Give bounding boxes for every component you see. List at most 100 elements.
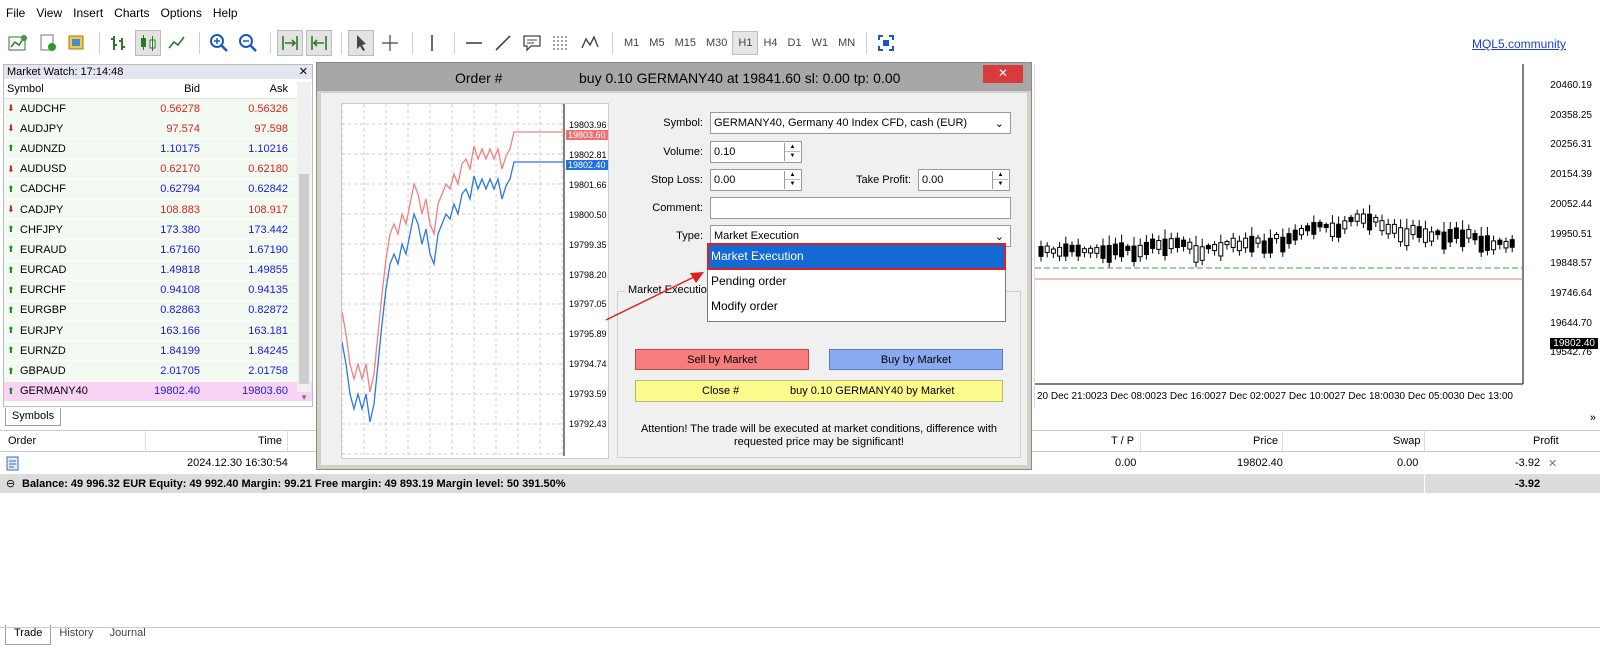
- timeframe-h1[interactable]: H1: [732, 31, 759, 55]
- list-item[interactable]: ⬆ EURCHF 0.94108 0.94135: [4, 280, 312, 301]
- volume-stepper[interactable]: 0.10 ▲ ▼: [710, 141, 802, 163]
- list-item[interactable]: ⬆ GBPAUD 2.01705 2.01758: [4, 361, 312, 382]
- symbol-select[interactable]: GERMANY40, Germany 40 Index CFD, cash (E…: [710, 112, 1011, 134]
- list-item[interactable]: ⬇ AUDJPY 97.574 97.598: [4, 119, 312, 140]
- zoom-in-icon[interactable]: [206, 30, 232, 56]
- symbol-name: CADJPY: [20, 203, 64, 216]
- trendline-icon[interactable]: [490, 30, 516, 56]
- volume-spin[interactable]: ▲ ▼: [784, 143, 800, 161]
- list-item[interactable]: ⬆ EURNZD 1.84199 1.84245: [4, 341, 312, 362]
- menu-view[interactable]: View: [36, 6, 62, 20]
- list-item[interactable]: ⬆ CADCHF 0.62794 0.62842: [4, 179, 312, 200]
- candle: [1150, 233, 1156, 254]
- candle: [1466, 224, 1472, 244]
- candle: [1100, 238, 1106, 264]
- fullscreen-icon[interactable]: [873, 30, 899, 56]
- cursor-icon[interactable]: [348, 30, 374, 56]
- list-item[interactable]: ⬆ EURJPY 163.166 163.181: [4, 321, 312, 342]
- timeframe-m15[interactable]: M15: [670, 31, 701, 55]
- list-item[interactable]: ⬆ EURGBP 0.82863 0.82872: [4, 300, 312, 322]
- list-item[interactable]: ⬇ AUDUSD 0.62170 0.62180: [4, 159, 312, 180]
- line-chart-icon[interactable]: [164, 30, 190, 56]
- tab-symbols[interactable]: Symbols: [5, 408, 61, 426]
- candlestick-icon[interactable]: [135, 30, 161, 56]
- fibonacci-icon[interactable]: [548, 30, 574, 56]
- timeframe-m30[interactable]: M30: [701, 31, 732, 55]
- take-profit-spin[interactable]: ▲ ▼: [992, 171, 1008, 189]
- close-order-text: buy 0.10 GERMANY40 by Market: [790, 385, 955, 397]
- candle: [1373, 214, 1379, 228]
- col-price[interactable]: Price: [1253, 435, 1278, 447]
- take-profit-stepper[interactable]: 0.00 ▲ ▼: [918, 169, 1010, 191]
- tick-price-label: 19800.50: [569, 209, 607, 220]
- option-pending-order[interactable]: Pending order: [708, 269, 1005, 294]
- zoom-out-icon[interactable]: [235, 30, 261, 56]
- timeframe-m1[interactable]: M1: [619, 31, 644, 55]
- menu-help[interactable]: Help: [213, 6, 238, 20]
- col-time[interactable]: Time: [258, 435, 282, 447]
- menu-options[interactable]: Options: [161, 6, 202, 20]
- dialog-subtitle: buy 0.10 GERMANY40 at 19841.60 sl: 0.00 …: [579, 70, 901, 86]
- menu-charts[interactable]: Charts: [114, 6, 149, 20]
- option-market-execution[interactable]: Market Execution: [707, 243, 1006, 270]
- new-chart-icon[interactable]: [6, 30, 32, 56]
- symbol-cell: ⬇ AUDUSD: [4, 163, 116, 175]
- dialog-close-button[interactable]: ✕: [983, 65, 1023, 83]
- ask-cell: 0.62842: [248, 183, 288, 196]
- timeframe-m5[interactable]: M5: [644, 31, 669, 55]
- buy-by-market-button[interactable]: Buy by Market: [829, 349, 1003, 370]
- scrollbar[interactable]: [297, 82, 311, 392]
- close-order-icon[interactable]: ✕: [1548, 457, 1557, 470]
- timeframe-w1[interactable]: W1: [807, 31, 834, 55]
- price-chart[interactable]: 20460.19 20358.25 20256.31 20154.39 20052.44…: [1034, 64, 1600, 409]
- sell-by-market-button[interactable]: Sell by Market: [635, 349, 809, 370]
- timeframe-mn[interactable]: MN: [833, 31, 860, 55]
- col-ask[interactable]: Ask: [204, 83, 292, 95]
- auto-scroll-icon[interactable]: [277, 30, 303, 56]
- col-swap[interactable]: Swap: [1393, 435, 1421, 447]
- bar-chart-icon[interactable]: [106, 30, 132, 56]
- list-item[interactable]: ⬆ GERMANY40 19802.40 19803.60: [4, 381, 312, 402]
- stop-loss-spin[interactable]: ▲ ▼: [784, 171, 800, 189]
- chart-shift-icon[interactable]: [306, 30, 332, 56]
- col-symbol[interactable]: Symbol: [4, 83, 116, 95]
- horizontal-line-icon[interactable]: [461, 30, 487, 56]
- collapse-icon[interactable]: ⊖: [6, 477, 15, 490]
- scroll-down-icon[interactable]: ▼: [300, 393, 308, 402]
- timeframe-d1[interactable]: D1: [783, 31, 807, 55]
- tick-grid: [341, 104, 564, 456]
- list-item[interactable]: ⬇ CADJPY 108.883 108.917: [4, 199, 312, 221]
- close-order-button[interactable]: Close # buy 0.10 GERMANY40 by Market: [635, 380, 1003, 402]
- chevron-right-icon[interactable]: »: [1590, 412, 1596, 424]
- menu-insert[interactable]: Insert: [73, 6, 103, 20]
- scrollbar-thumb[interactable]: [299, 174, 309, 384]
- stop-loss-stepper[interactable]: 0.00 ▲ ▼: [710, 169, 802, 191]
- option-modify-order[interactable]: Modify order: [708, 294, 1005, 319]
- timeframe-h4[interactable]: H4: [758, 31, 782, 55]
- close-icon[interactable]: ✕: [299, 65, 308, 79]
- list-item[interactable]: ⬆ AUDNZD 1.10175 1.10216: [4, 139, 312, 160]
- candle: [1249, 227, 1255, 257]
- candle: [1360, 208, 1366, 229]
- mql5-community-link[interactable]: MQL5.community: [1472, 37, 1566, 51]
- candle: [1230, 232, 1236, 253]
- symbol-cell: ⬇ CADJPY: [4, 204, 116, 216]
- vertical-line-icon[interactable]: [419, 30, 445, 56]
- list-item[interactable]: ⬆ CHFJPY 173.380 173.442: [4, 220, 312, 241]
- comment-field[interactable]: [710, 197, 1011, 219]
- list-item[interactable]: ⬆ EURCAD 1.49818 1.49855: [4, 260, 312, 281]
- new-profile-icon[interactable]: [35, 30, 61, 56]
- col-tp[interactable]: T / P: [1111, 435, 1134, 447]
- col-bid[interactable]: Bid: [116, 83, 204, 95]
- dialog-titlebar[interactable]: Order # buy 0.10 GERMANY40 at 19841.60 s…: [317, 63, 1031, 91]
- data-window-icon[interactable]: [64, 30, 90, 56]
- col-profit[interactable]: Profit: [1533, 435, 1559, 447]
- ask-cell: 1.67190: [248, 243, 288, 256]
- text-label-icon[interactable]: [519, 30, 545, 56]
- menu-file[interactable]: File: [6, 6, 25, 20]
- col-order[interactable]: Order: [8, 435, 36, 447]
- elliott-wave-icon[interactable]: [577, 30, 603, 56]
- list-item[interactable]: ⬇ AUDCHF 0.56278 0.56326: [4, 99, 312, 120]
- list-item[interactable]: ⬆ EURAUD 1.67160 1.67190: [4, 240, 312, 261]
- crosshair-icon[interactable]: [377, 30, 403, 56]
